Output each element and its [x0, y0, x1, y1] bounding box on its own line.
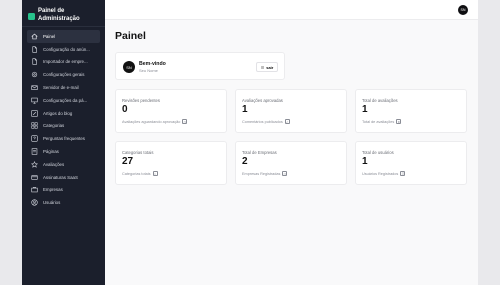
stat-footer: Empresas Registradas ▭: [242, 171, 288, 176]
sidebar-item-label: Assinaturas SaaS: [43, 174, 78, 180]
sidebar-item-companies[interactable]: Empresas: [27, 184, 100, 197]
star-icon: ★: [396, 119, 402, 124]
avatar: SN: [123, 61, 135, 73]
document-icon: [31, 46, 38, 53]
stat-footer-text: Usuários Registrados: [362, 171, 399, 176]
gear-icon: [31, 71, 38, 78]
stat-card-total-reviews: Total de avaliações 1 Total de avaliaçõe…: [355, 89, 467, 133]
stat-card-total-categories: Categorias totais 27 Categorias totais ×: [115, 141, 227, 185]
stat-card-total-users: Total de usuários 1 Usuários Registrados…: [355, 141, 467, 185]
sidebar-item-general-settings[interactable]: Configurações gerais: [27, 68, 100, 81]
sidebar-item-label: Avaliações: [43, 161, 65, 167]
sidebar-item-label: Páginas: [43, 149, 59, 155]
check-icon: ✓: [284, 119, 290, 124]
welcome-card: SN Bem-vindo Seu Nome ☰ sair: [115, 52, 285, 80]
sidebar-item-email-server[interactable]: Servidor de e-mail: [27, 81, 100, 94]
logout-icon: ☰: [260, 64, 265, 70]
stat-footer-text: Total de avaliações: [362, 119, 395, 124]
users-icon: ☰: [400, 171, 406, 176]
clock-icon: ◷: [182, 119, 188, 124]
sidebar-item-label: Painel: [43, 33, 56, 39]
sidebar-item-label: Configurações gerais: [43, 72, 85, 78]
stat-footer: Comentários publicados ✓: [242, 119, 290, 124]
sidebar-item-label: Servidor de e-mail: [43, 85, 79, 91]
sidebar-item-ad-config[interactable]: Configuração do anún...: [27, 43, 100, 56]
sidebar-item-faq[interactable]: Perguntas frequentes: [27, 132, 100, 145]
sidebar-item-label: Usuários: [43, 200, 61, 206]
sidebar-item-label: Artigos do blog: [43, 110, 73, 116]
stat-footer-text: Categorias totais: [122, 171, 151, 176]
stat-label: Avaliações aprovadas: [242, 98, 283, 103]
sidebar-item-pages[interactable]: Páginas: [27, 145, 100, 158]
stat-value: 2: [242, 156, 248, 167]
sidebar-item-label: Categorias: [43, 123, 65, 129]
user-icon: [31, 199, 38, 206]
sidebar-item-label: Configuração do anún...: [43, 46, 90, 52]
stat-footer: Categorias totais ×: [122, 171, 158, 176]
star-icon: [31, 160, 38, 168]
stat-value: 1: [242, 104, 248, 115]
sidebar-item-saas-subscriptions[interactable]: Assinaturas SaaS: [27, 171, 100, 184]
stat-footer-text: Empresas Registradas: [242, 171, 281, 176]
logo-icon: [28, 13, 35, 20]
stat-footer-text: Comentários publicados: [242, 119, 283, 124]
sidebar-item-categories[interactable]: Categorias: [27, 120, 100, 133]
stat-value: 27: [122, 156, 134, 167]
app-window: Painel de Administração Painel Configura…: [22, 0, 478, 285]
brand[interactable]: Painel de Administração: [28, 6, 104, 23]
stat-footer: Avaliações aguardando aprovação ◷: [122, 119, 188, 124]
stat-label: Revisões pendentes: [122, 98, 160, 103]
building-icon: ▭: [282, 171, 288, 176]
question-icon: [31, 135, 38, 142]
stat-label: Total de Empresas: [242, 150, 277, 155]
sidebar: Painel de Administração Painel Configura…: [22, 0, 105, 285]
sidebar-item-users[interactable]: Usuários: [27, 196, 100, 209]
document-icon: [31, 58, 38, 66]
briefcase-icon: [31, 186, 38, 193]
stat-footer: Usuários Registrados ☰: [362, 171, 406, 176]
stat-card-total-companies: Total de Empresas 2 Empresas Registradas…: [235, 141, 347, 185]
stat-value: 1: [362, 104, 368, 115]
divider: [22, 26, 105, 27]
home-icon: [31, 33, 38, 40]
stat-label: Total de avaliações: [362, 98, 398, 103]
stat-label: Categorias totais: [122, 150, 154, 155]
sidebar-item-blog[interactable]: Artigos do blog: [27, 107, 100, 120]
welcome-username: Seu Nome: [139, 68, 158, 73]
monitor-icon: [31, 97, 38, 104]
sidebar-nav: Painel Configuração do anún... Importado…: [27, 30, 100, 209]
brand-title: Painel de Administração: [38, 7, 80, 22]
sidebar-item-label: Configurações da pá...: [43, 97, 88, 103]
pencil-icon: [31, 110, 38, 117]
tag-icon: ×: [152, 171, 158, 176]
pages-icon: [31, 148, 38, 155]
stat-footer: Total de avaliações ★: [362, 119, 402, 124]
sidebar-item-label: Perguntas frequentes: [43, 136, 85, 142]
mail-icon: [31, 84, 38, 91]
logout-label: sair: [266, 64, 274, 70]
sidebar-item-company-importer[interactable]: Importador de empre...: [27, 56, 100, 69]
stat-footer-text: Avaliações aguardando aprovação: [122, 119, 181, 124]
sidebar-item-label: Empresas: [43, 187, 63, 193]
sidebar-item-page-settings[interactable]: Configurações da pá...: [27, 94, 100, 107]
stat-value: 1: [362, 156, 368, 167]
stat-value: 0: [122, 104, 128, 115]
topbar: SN: [105, 0, 478, 20]
sidebar-item-reviews[interactable]: Avaliações: [27, 158, 100, 171]
sidebar-item-painel[interactable]: Painel: [27, 30, 100, 43]
user-avatar[interactable]: SN: [458, 5, 468, 15]
logout-button[interactable]: ☰ sair: [256, 62, 278, 72]
page-title: Painel: [115, 30, 146, 42]
stat-card-approved-reviews: Avaliações aprovadas 1 Comentários publi…: [235, 89, 347, 133]
card-icon: [31, 174, 38, 181]
welcome-title: Bem-vindo: [139, 61, 166, 67]
stat-card-pending-reviews: Revisões pendentes 0 Avaliações aguardan…: [115, 89, 227, 133]
sidebar-item-label: Importador de empre...: [43, 59, 88, 65]
stat-label: Total de usuários: [362, 150, 394, 155]
grid-icon: [31, 122, 38, 130]
